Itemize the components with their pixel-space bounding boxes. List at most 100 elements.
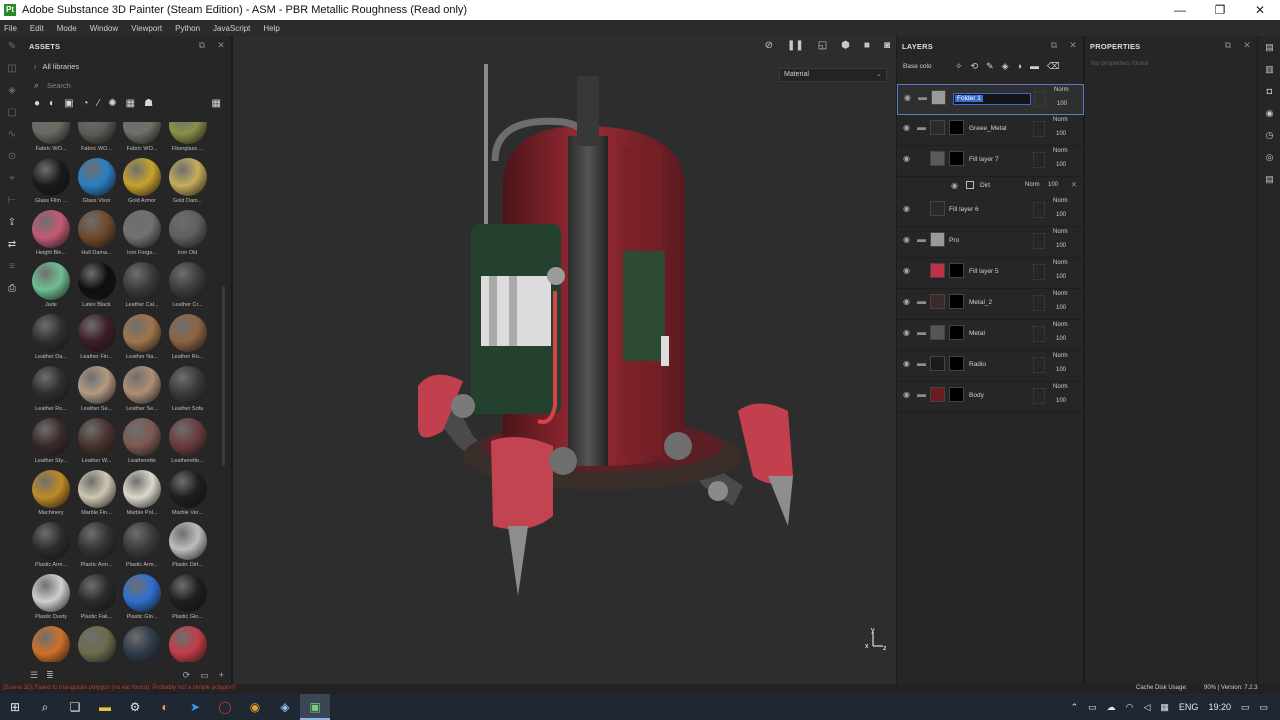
add-icon[interactable]: + bbox=[219, 670, 224, 681]
asset-thumbnail[interactable] bbox=[119, 626, 165, 662]
menu-mode[interactable]: Mode bbox=[57, 24, 77, 33]
asset-thumbnail[interactable]: Glass Visor bbox=[74, 158, 120, 210]
smudge-icon[interactable]: ∿ bbox=[0, 124, 24, 146]
chevron-up-icon[interactable]: ⌃ bbox=[1071, 702, 1079, 713]
asset-thumbnail[interactable]: Leatherette... bbox=[165, 418, 211, 470]
visibility-eye-icon[interactable]: ◉ bbox=[904, 93, 911, 102]
import-icon[interactable]: ▭ bbox=[200, 670, 209, 681]
asset-thumbnail[interactable]: Gold Armor bbox=[119, 158, 165, 210]
paint-brush-icon[interactable]: ✎ bbox=[0, 36, 24, 58]
menu-javascript[interactable]: JavaScript bbox=[213, 24, 250, 33]
asset-thumbnail[interactable]: Leather Cr... bbox=[165, 262, 211, 314]
visibility-eye-icon[interactable]: ◉ bbox=[903, 235, 910, 244]
opera-icon[interactable]: ◯ bbox=[210, 694, 240, 720]
remove-icon[interactable]: ✕ bbox=[1071, 181, 1077, 189]
notification-icon[interactable]: ▭ bbox=[1241, 702, 1250, 713]
layer-blend-mode[interactable]: Norm bbox=[1053, 148, 1068, 154]
asset-thumbnail[interactable]: Plastic Arm... bbox=[74, 522, 120, 574]
asset-thumbnail[interactable]: Marble Pol... bbox=[119, 470, 165, 522]
layer-effect-slot[interactable] bbox=[1033, 295, 1045, 311]
eraser-icon[interactable]: ◫ bbox=[0, 58, 24, 80]
asset-thumbnail[interactable]: Fabric WO... bbox=[119, 122, 165, 158]
layers-view-icon[interactable]: ≡ bbox=[0, 256, 24, 278]
asset-thumbnail[interactable]: Leather Cal... bbox=[119, 262, 165, 314]
layer-opacity[interactable]: 100 bbox=[1056, 367, 1066, 373]
filter-smart-materials-icon[interactable]: ◐ bbox=[49, 98, 55, 109]
projection-icon[interactable]: ◈ bbox=[0, 80, 24, 102]
asset-thumbnail[interactable]: Plastic Fak... bbox=[74, 574, 120, 626]
menu-help[interactable]: Help bbox=[263, 24, 279, 33]
settings-icon[interactable]: ⚙ bbox=[120, 694, 150, 720]
asset-thumbnail[interactable]: Leatherette bbox=[119, 418, 165, 470]
float-panel-icon[interactable]: ⧉ bbox=[1225, 40, 1232, 51]
layer-row[interactable]: ◉ Fill layer 6 Norm 100 bbox=[897, 196, 1084, 227]
substance-painter-icon[interactable]: ▣ bbox=[300, 694, 330, 720]
assets-search[interactable]: ⌕ Search bbox=[24, 76, 231, 94]
add-paint-layer-icon[interactable]: ✎ bbox=[986, 61, 994, 72]
grid-view-icon[interactable]: ▦ bbox=[212, 98, 221, 109]
close-panel-icon[interactable]: ✕ bbox=[217, 40, 225, 51]
asset-thumbnail[interactable]: Leather Se... bbox=[74, 366, 120, 418]
layer-opacity[interactable]: 100 bbox=[1056, 131, 1066, 137]
asset-thumbnail[interactable]: Leather Fin... bbox=[74, 314, 120, 366]
delete-layer-icon[interactable]: ⌫ bbox=[1047, 61, 1060, 72]
layer-mask-thumbnail[interactable] bbox=[949, 356, 964, 371]
volume-icon[interactable]: ◁ bbox=[1143, 702, 1150, 713]
asset-thumbnail[interactable]: Marble Fin... bbox=[74, 470, 120, 522]
filter-materials-icon[interactable]: ● bbox=[34, 98, 40, 109]
asset-thumbnail[interactable]: Machinery bbox=[28, 470, 74, 522]
asset-thumbnail[interactable]: Leather Sofa bbox=[165, 366, 211, 418]
visibility-eye-icon[interactable]: ◉ bbox=[903, 204, 910, 213]
texture-set-settings-icon[interactable]: ▥ bbox=[1258, 58, 1280, 80]
layer-row[interactable]: ◉ ▬ Body Norm 100 bbox=[897, 382, 1084, 413]
asset-thumbnail[interactable]: Plastic Dirt... bbox=[165, 522, 211, 574]
layer-blend-mode[interactable]: Norm bbox=[1053, 198, 1068, 204]
asset-thumbnail[interactable]: Gold Dam... bbox=[165, 158, 211, 210]
visibility-eye-icon[interactable]: ◉ bbox=[903, 154, 910, 163]
close-panel-icon[interactable]: ✕ bbox=[1069, 40, 1077, 51]
asset-thumbnail[interactable]: Leather W... bbox=[74, 418, 120, 470]
visibility-eye-icon[interactable]: ◉ bbox=[903, 123, 910, 132]
app-icon[interactable]: ◐ bbox=[150, 694, 180, 720]
clone-icon[interactable]: ⊙ bbox=[0, 146, 24, 168]
layer-blend-mode[interactable]: Norm bbox=[1053, 384, 1068, 390]
visibility-eye-icon[interactable]: ◉ bbox=[903, 390, 910, 399]
asset-thumbnail[interactable]: Leather Sty... bbox=[28, 418, 74, 470]
visibility-eye-icon[interactable]: ◉ bbox=[951, 181, 958, 190]
menu-file[interactable]: File bbox=[4, 24, 17, 33]
filter-environments-icon[interactable]: ☗ bbox=[144, 98, 153, 109]
float-panel-icon[interactable]: ⧉ bbox=[199, 40, 206, 51]
layer-row[interactable]: ◉ Fill layer 7 Norm 100 bbox=[897, 146, 1084, 177]
minimize-button[interactable]: — bbox=[1160, 0, 1200, 20]
add-effect-icon[interactable]: ⟲ bbox=[971, 61, 979, 72]
battery-icon[interactable]: ▭ bbox=[1088, 702, 1097, 713]
asset-thumbnail[interactable]: Leather Ro... bbox=[165, 314, 211, 366]
filter-procedurals-icon[interactable]: ▦ bbox=[126, 98, 135, 109]
menu-window[interactable]: Window bbox=[90, 24, 118, 33]
layer-effect-slot[interactable] bbox=[1034, 91, 1046, 107]
search-input[interactable]: Search bbox=[47, 81, 71, 90]
refresh-icon[interactable]: ⟳ bbox=[183, 670, 191, 681]
layer-opacity[interactable]: 100 bbox=[1056, 243, 1066, 249]
notification-icon[interactable]: ▭ bbox=[1259, 702, 1268, 713]
asset-thumbnail[interactable]: Marble Ver... bbox=[165, 470, 211, 522]
search-icon[interactable]: ⌕ bbox=[30, 694, 60, 720]
windows-start-icon[interactable]: ⊞ bbox=[0, 694, 30, 720]
asset-thumbnail[interactable]: Plastic Arm... bbox=[28, 522, 74, 574]
menu-python[interactable]: Python bbox=[175, 24, 200, 33]
file-explorer-icon[interactable]: ▬ bbox=[90, 694, 120, 720]
float-panel-icon[interactable]: ⧉ bbox=[1051, 40, 1058, 51]
collapse-icon[interactable]: ≣ bbox=[46, 670, 54, 681]
picker-icon[interactable]: ⌖ bbox=[0, 168, 24, 190]
render-icon[interactable]: ⇄ bbox=[0, 234, 24, 256]
sublayer-blend-mode[interactable]: Norm bbox=[1025, 182, 1040, 188]
layer-blend-mode[interactable]: Norm bbox=[1053, 229, 1068, 235]
layer-opacity[interactable]: 100 bbox=[1057, 101, 1067, 107]
asset-thumbnail[interactable]: Leather Na... bbox=[119, 314, 165, 366]
texture-set-list-icon[interactable]: ▤ bbox=[1258, 36, 1280, 58]
visibility-eye-icon[interactable]: ◉ bbox=[903, 328, 910, 337]
asset-thumbnail[interactable]: Leather Se... bbox=[119, 366, 165, 418]
filter-particles-icon[interactable]: ✺ bbox=[108, 98, 116, 109]
maximize-button[interactable]: ❐ bbox=[1200, 0, 1240, 20]
asset-thumbnail[interactable] bbox=[74, 626, 120, 662]
